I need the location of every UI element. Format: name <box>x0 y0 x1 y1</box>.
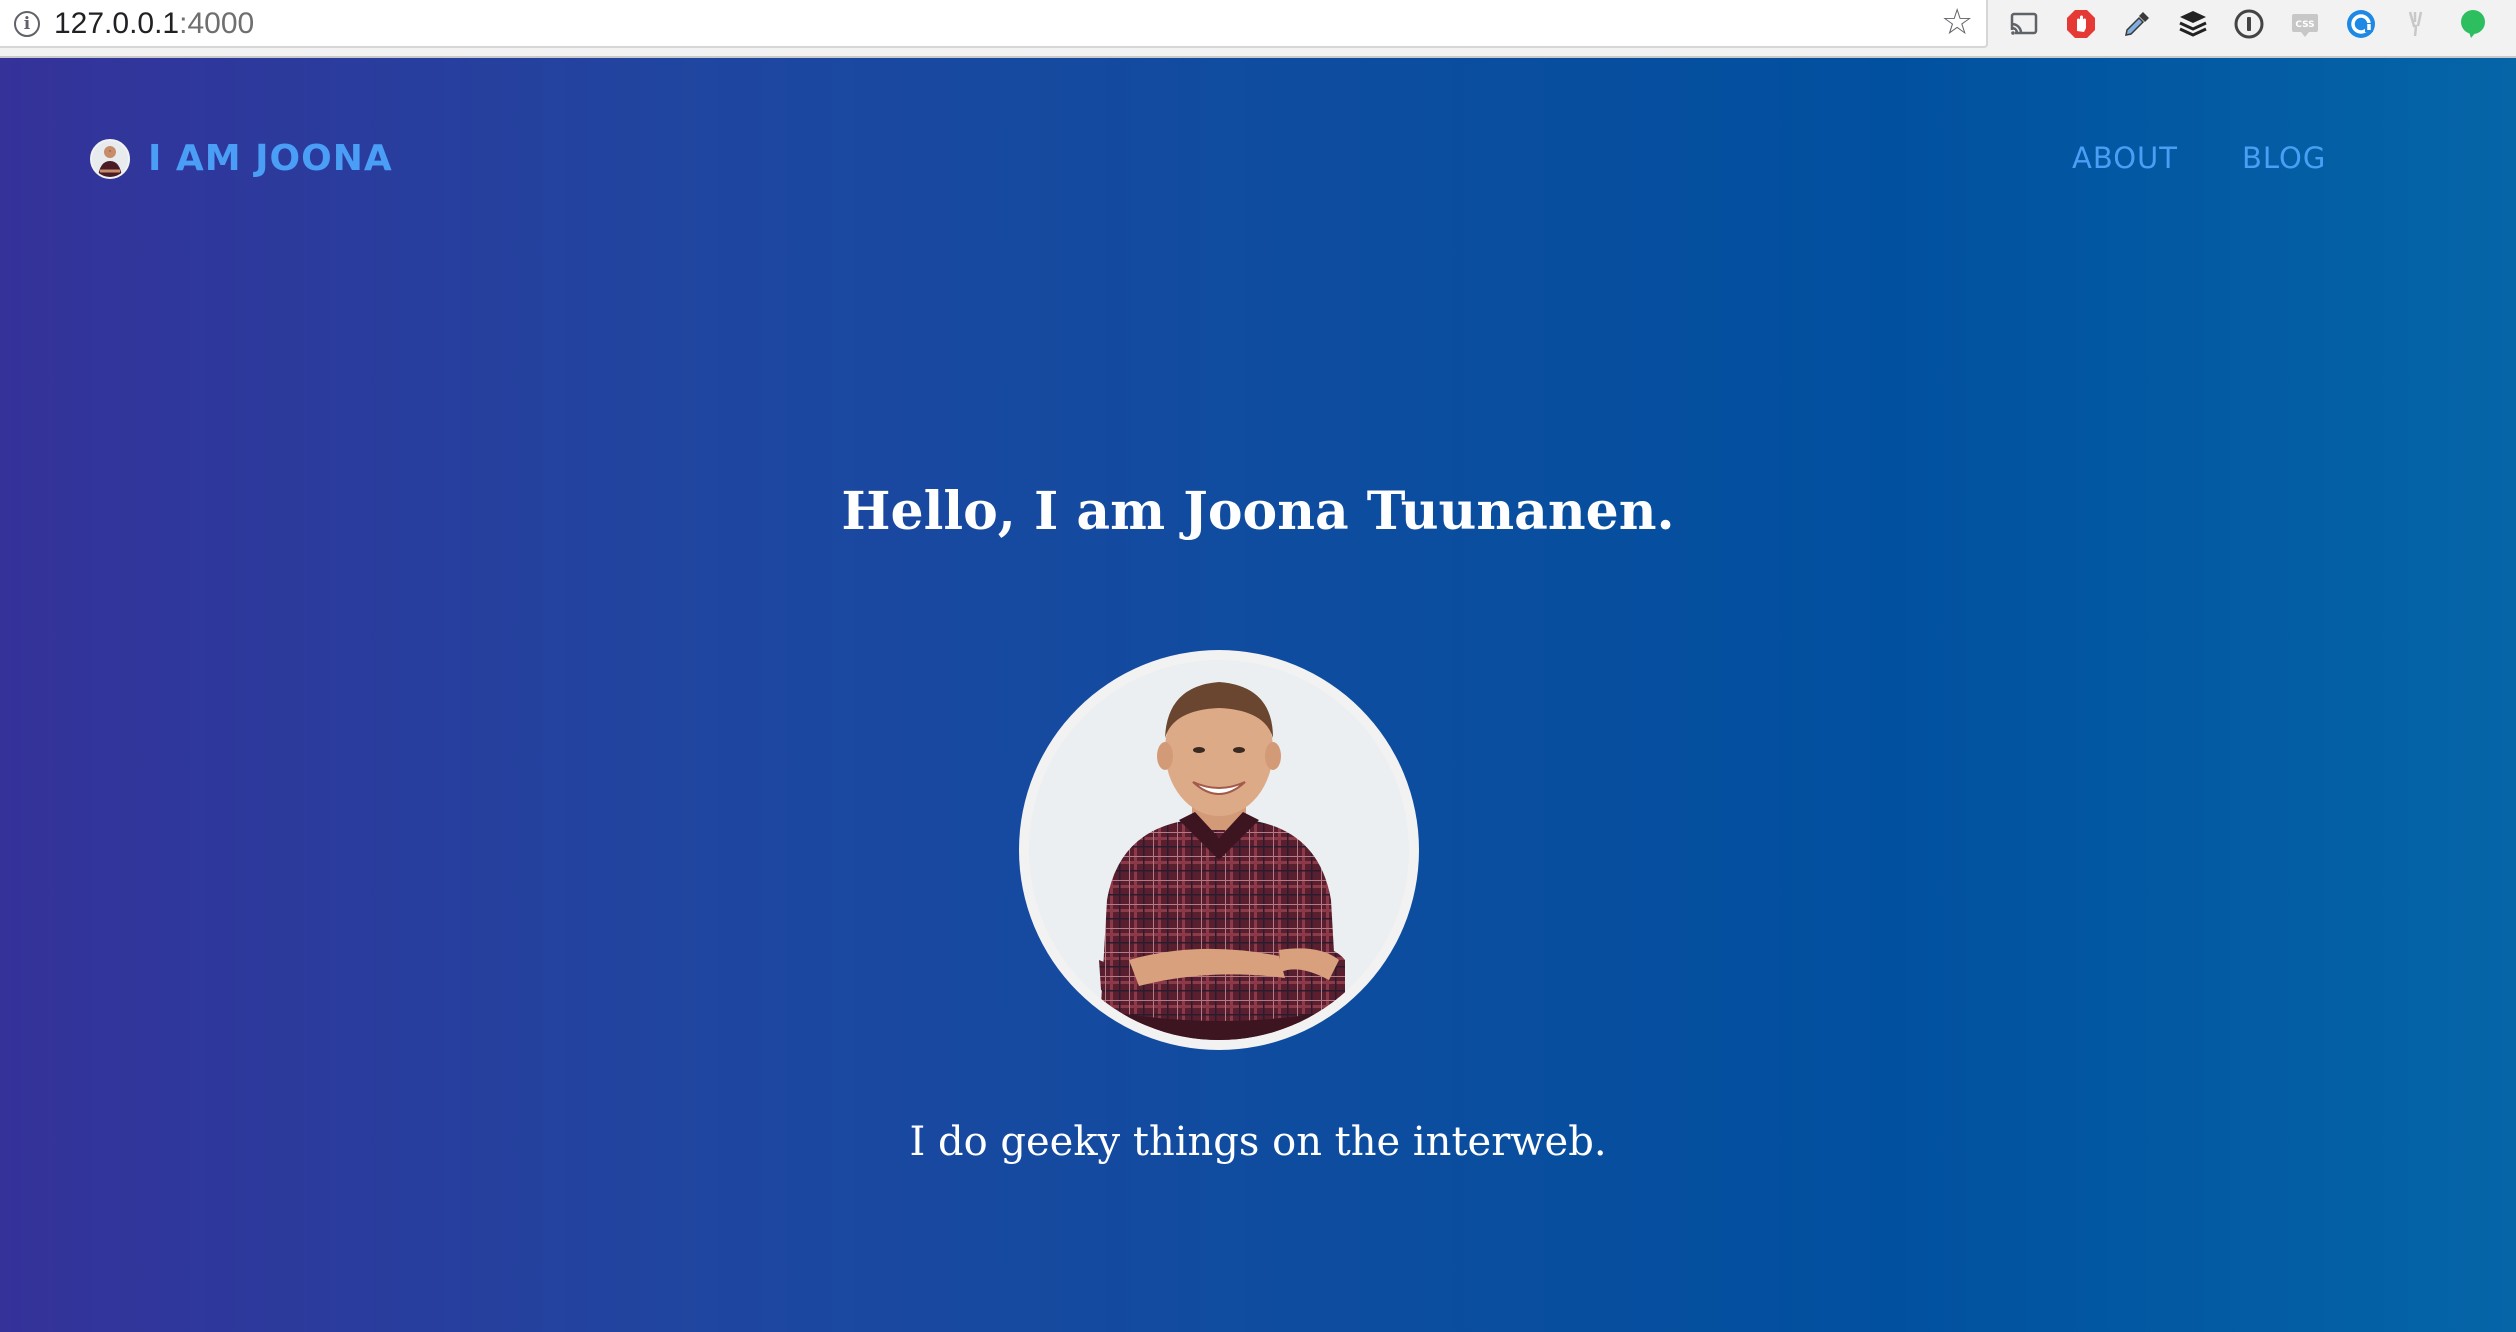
nav-about-link[interactable]: ABOUT <box>2072 136 2178 180</box>
nav-blog-link[interactable]: BLOG <box>2242 136 2326 180</box>
evernote-icon[interactable] <box>2457 8 2489 40</box>
url-text[interactable]: 127.0.0.1:4000 <box>54 6 254 42</box>
cast-icon[interactable] <box>2008 8 2040 40</box>
onepassword-icon[interactable] <box>2233 8 2265 40</box>
css-viewer-icon[interactable]: CSS <box>2289 8 2321 40</box>
bookmark-star-icon[interactable]: ☆ <box>1941 3 1973 43</box>
main-nav: ABOUT BLOG <box>0 136 2516 186</box>
hero-title: Hello, I am Joona Tuunanen. <box>841 481 1675 542</box>
eyedropper-icon[interactable] <box>2121 8 2153 40</box>
adblock-icon[interactable] <box>2065 8 2097 40</box>
extension-at-icon[interactable] <box>2345 8 2377 40</box>
hero-tagline: I do geeky things on the interweb. <box>909 1119 1607 1165</box>
url-port: :4000 <box>179 7 255 40</box>
url-host: 127.0.0.1 <box>54 7 180 40</box>
address-bar[interactable]: i 127.0.0.1:4000 ☆ <box>0 0 1988 48</box>
profile-photo <box>1019 650 1419 1050</box>
info-icon[interactable]: i <box>14 11 40 37</box>
page: I AM JOONA ABOUT BLOG Hello, I am Joona … <box>0 58 2516 1332</box>
wappalyzer-icon[interactable] <box>2401 8 2433 40</box>
buffer-icon[interactable] <box>2177 8 2209 40</box>
svg-text:CSS: CSS <box>2295 20 2314 30</box>
browser-toolbar: i 127.0.0.1:4000 ☆ CSS <box>0 0 2516 58</box>
profile-photo-image <box>1029 660 1409 1040</box>
